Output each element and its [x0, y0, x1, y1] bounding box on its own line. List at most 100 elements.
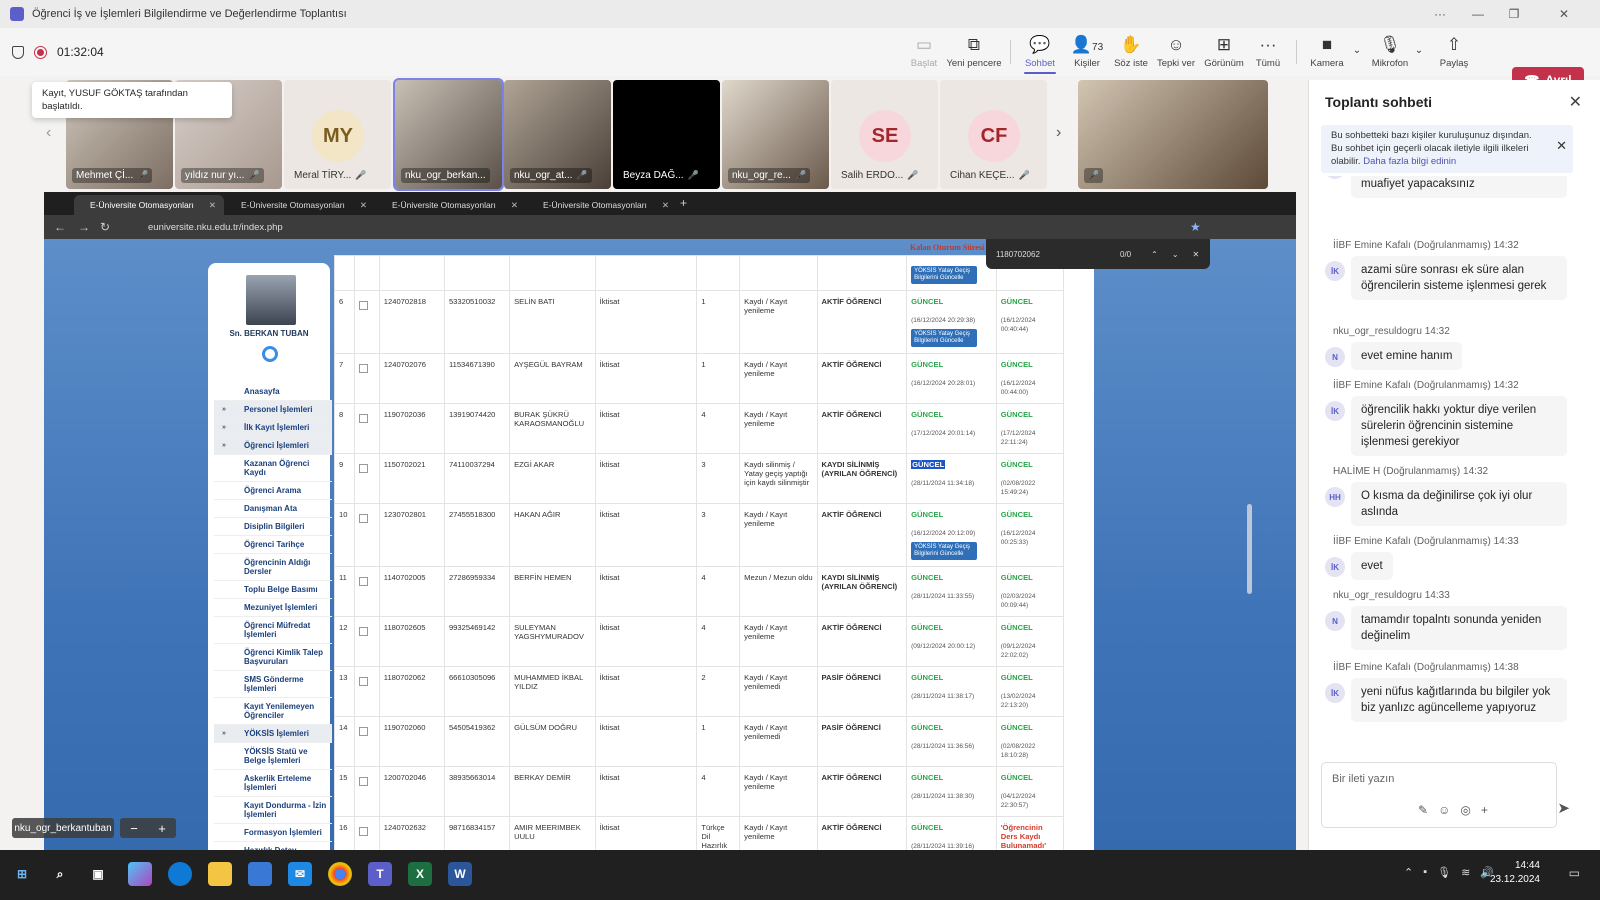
close-chat-icon[interactable]: ✕: [1569, 92, 1582, 112]
browser-tab[interactable]: E-Üniversite Otomasyonları ✕: [376, 195, 526, 215]
logout-power-icon[interactable]: [262, 346, 278, 362]
participant-tile[interactable]: nku_ogr_at... 🎤: [504, 80, 611, 189]
row-checkbox[interactable]: [359, 777, 369, 786]
find-close-icon[interactable]: ✕: [1193, 250, 1200, 259]
browser-tab[interactable]: E-Üniversite Otomasyonları ✕: [74, 195, 224, 215]
wifi-icon[interactable]: ≋: [1461, 866, 1470, 879]
participant-tile-active[interactable]: nku_ogr_berkan...: [393, 78, 504, 191]
portal-menu-item[interactable]: Danışman Ata: [214, 500, 332, 518]
share-button[interactable]: ⇧ Paylaş: [1432, 28, 1476, 76]
portal-menu-item[interactable]: » Öğrenci İşlemleri: [214, 437, 332, 455]
zoom-in-icon[interactable]: +: [158, 821, 166, 836]
learn-more-link[interactable]: Daha fazla bilgi edinin: [1363, 156, 1456, 167]
portal-menu-item[interactable]: Öğrenci Arama: [214, 482, 332, 500]
participant-tile[interactable]: nku_ogr_re... 🎤: [722, 80, 829, 189]
portal-menu-item[interactable]: » Personel İşlemleri: [214, 401, 332, 419]
emoji-icon[interactable]: ☺: [1438, 803, 1450, 817]
page-scrollbar[interactable]: [1244, 239, 1254, 856]
row-checkbox[interactable]: [359, 464, 369, 473]
notification-icon[interactable]: ▭: [1569, 866, 1580, 880]
gallery-next-icon[interactable]: ›: [1056, 124, 1061, 142]
camera-button[interactable]: ■ Kamera: [1304, 28, 1350, 76]
portal-menu-item[interactable]: Kazanan Öğrenci Kaydı: [214, 455, 332, 482]
teams-icon[interactable]: T: [368, 862, 392, 886]
presenter-video[interactable]: 🎤: [1078, 80, 1268, 189]
windows-start-icon[interactable]: ⊞: [10, 862, 34, 886]
portal-menu-item[interactable]: Kayıt Dondurma - İzin İşlemleri: [214, 797, 332, 824]
participant-tile[interactable]: Beyza DAĞ... 🎤: [613, 80, 720, 189]
row-checkbox[interactable]: [359, 301, 369, 310]
close-window-button[interactable]: ✕: [1546, 0, 1582, 28]
chat-message[interactable]: İİBF Emine Kafalı (Doğrulanmamış) 14:32 İ…: [1317, 240, 1567, 300]
chat-message[interactable]: nku_ogr_resuldogru 14:32 Nevet emine hanı…: [1317, 326, 1567, 370]
view-button[interactable]: ⊞ Görünüm: [1200, 28, 1248, 76]
find-input[interactable]: 1180702062: [996, 250, 1106, 259]
back-icon[interactable]: ←: [54, 220, 66, 234]
portal-menu-item[interactable]: SMS Gönderme İşlemleri: [214, 671, 332, 698]
word-icon[interactable]: W: [448, 862, 472, 886]
people-button[interactable]: 👤73 Kişiler: [1066, 28, 1108, 76]
portal-menu-item[interactable]: Formasyon İşlemleri: [214, 824, 332, 842]
portal-menu-item[interactable]: Mezuniyet İşlemleri: [214, 599, 332, 617]
yoksis-update-button[interactable]: YÖKSİS Yatay Geçiş Bilgilerini Güncelle: [911, 329, 978, 347]
close-tab-icon[interactable]: ✕: [209, 200, 216, 211]
portal-menu-item[interactable]: » İlk Kayıt İşlemleri: [214, 419, 332, 437]
new-window-button[interactable]: ⧉ Yeni pencere: [946, 28, 1002, 76]
sticker-icon[interactable]: ◎: [1460, 803, 1470, 817]
reload-icon[interactable]: ↻: [100, 220, 110, 234]
minimize-button[interactable]: —: [1460, 0, 1496, 28]
portal-menu-item[interactable]: Öğrenci Müfredat İşlemleri: [214, 617, 332, 644]
portal-menu-item[interactable]: Kayıt Yenilemeyen Öğrenciler: [214, 698, 332, 725]
row-checkbox[interactable]: [359, 364, 369, 373]
row-checkbox[interactable]: [359, 827, 369, 836]
react-button[interactable]: ☺ Tepki ver: [1154, 28, 1198, 76]
chat-message[interactable]: İİBF Emine Kafalı (Doğrulanmamış) 14:32 İ…: [1317, 380, 1567, 456]
bookmark-star-icon[interactable]: ★: [1190, 220, 1201, 234]
close-tab-icon[interactable]: ✕: [360, 200, 367, 211]
participant-tile[interactable]: CF Cihan KEÇE... 🎤: [940, 80, 1047, 189]
chat-message[interactable]: HALİME H (Doğrulanmamış) 14:32 HH O kısma …: [1317, 466, 1567, 526]
portal-menu-item[interactable]: Öğrenci Tarihçe: [214, 536, 332, 554]
chat-message[interactable]: İİBF Emine Kafalı (Doğrulanmamış) 14:38 İ…: [1317, 662, 1567, 722]
mail-icon[interactable]: ✉: [288, 862, 312, 886]
raise-hand-button[interactable]: ✋ Söz iste: [1110, 28, 1152, 76]
store-icon[interactable]: [248, 862, 272, 886]
file-explorer-icon[interactable]: [208, 862, 232, 886]
send-icon[interactable]: ➤: [1557, 799, 1570, 817]
row-checkbox[interactable]: [359, 577, 369, 586]
chat-message[interactable]: N ... öğrenciyi kalınıp dersi silip yenid…: [1317, 176, 1567, 198]
zoom-out-icon[interactable]: −: [130, 821, 138, 836]
start-button[interactable]: ▭ Başlat: [902, 28, 946, 76]
portal-menu-item[interactable]: Disiplin Bilgileri: [214, 518, 332, 536]
chat-button[interactable]: 💬 Sohbet: [1018, 28, 1062, 76]
row-checkbox[interactable]: [359, 727, 369, 736]
camera-options-chevron[interactable]: ⌄: [1350, 28, 1364, 76]
portal-menu-item[interactable]: YÖKSİS Statü ve Belge İşlemleri: [214, 743, 332, 770]
row-checkbox[interactable]: [359, 414, 369, 423]
yoksis-update-button[interactable]: YÖKSİS Yatay Geçiş Bilgilerini Güncelle: [911, 542, 978, 560]
find-next-icon[interactable]: ⌄: [1172, 250, 1179, 259]
yoksis-update-button[interactable]: YÖKSİS Yatay Geçiş Bilgilerini Güncelle: [911, 266, 978, 284]
portal-menu-item[interactable]: » YÖKSİS İşlemleri: [214, 725, 332, 743]
row-checkbox[interactable]: [359, 677, 369, 686]
close-tab-icon[interactable]: ✕: [662, 200, 669, 211]
participant-tile[interactable]: SE Salih ERDO... 🎤: [831, 80, 938, 189]
url-field[interactable]: euniversite.nku.edu.tr/index.php: [148, 222, 283, 233]
close-tab-icon[interactable]: ✕: [511, 200, 518, 211]
row-checkbox[interactable]: [359, 514, 369, 523]
message-composer[interactable]: Bir ileti yazın ✎ ☺ ◎ + ➤: [1321, 762, 1570, 828]
camera-tray-icon[interactable]: ▪: [1423, 866, 1427, 879]
copilot-icon[interactable]: [128, 862, 152, 886]
chevron-up-icon[interactable]: ⌃: [1404, 866, 1413, 879]
row-checkbox[interactable]: [359, 627, 369, 636]
task-view-icon[interactable]: ▣: [86, 862, 110, 886]
mic-options-chevron[interactable]: ⌄: [1412, 28, 1426, 76]
mic-tray-icon[interactable]: 🎙: [1437, 866, 1451, 879]
excel-icon[interactable]: X: [408, 862, 432, 886]
search-icon[interactable]: ⌕: [48, 862, 72, 886]
more-button[interactable]: ··· Tümü: [1250, 28, 1286, 76]
portal-menu-item[interactable]: Askerlik Erteleme İşlemleri: [214, 770, 332, 797]
portal-menu-item[interactable]: Öğrencinin Aldığı Dersler: [214, 554, 332, 581]
clock[interactable]: 14:44 23.12.2024: [1490, 859, 1540, 887]
portal-menu-item[interactable]: Anasayfa: [214, 383, 332, 401]
